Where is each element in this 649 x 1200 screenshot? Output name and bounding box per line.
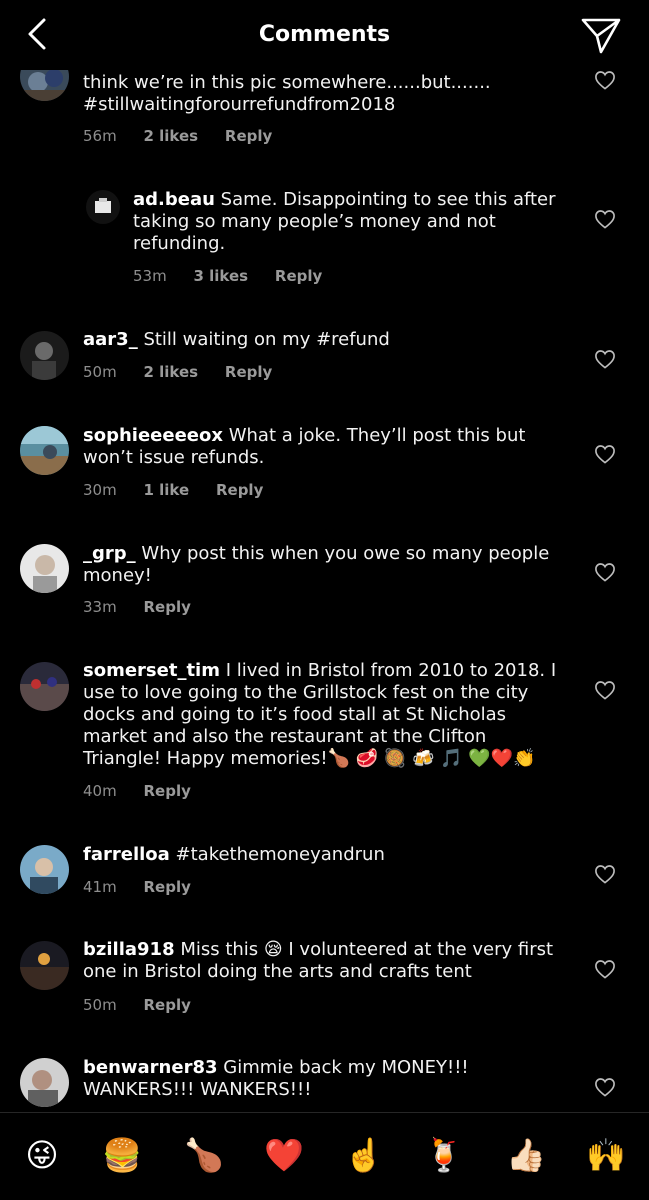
comment-likes[interactable]: 1 like [143, 481, 189, 499]
comment-username[interactable]: farrelloa [83, 844, 170, 865]
paper-plane-icon[interactable] [579, 12, 623, 56]
comment-text: sophieeeeeox What a joke. They’ll post t… [83, 425, 563, 469]
comment-likes[interactable]: 2 likes [143, 127, 198, 145]
comment-text: think we’re in this pic somewhere......b… [83, 72, 563, 116]
comment-likes[interactable]: 3 likes [193, 267, 248, 285]
comment-body: Why post this when you owe so many peopl… [83, 543, 550, 586]
avatar[interactable] [20, 845, 69, 894]
comment-time: 53m [133, 267, 167, 285]
page-title: Comments [258, 22, 391, 47]
comment-meta: 50m Reply [83, 996, 213, 1014]
like-heart-icon[interactable] [594, 959, 616, 979]
comment-time: 50m [83, 996, 117, 1014]
like-heart-icon[interactable] [594, 70, 616, 90]
comment-username[interactable]: benwarner83 [83, 1057, 218, 1078]
comment-time: 41m [83, 878, 117, 896]
avatar[interactable] [20, 331, 69, 380]
comments-feed[interactable]: think we’re in this pic somewhere......b… [0, 0, 649, 1110]
comment-meta: 56m 2 likes Reply [83, 127, 294, 145]
emoji-button[interactable]: 😜 [22, 1135, 62, 1175]
reply-button[interactable]: Reply [143, 782, 190, 800]
avatar[interactable] [20, 941, 69, 990]
avatar[interactable] [20, 544, 69, 593]
comment-text: _grp_ Why post this when you owe so many… [83, 543, 563, 587]
reply-button[interactable]: Reply [216, 481, 263, 499]
emoji-button[interactable]: ❤️ [264, 1135, 304, 1175]
comment-meta: 53m 3 likes Reply [133, 267, 344, 285]
comment-text: somerset_tim I lived in Bristol from 201… [83, 660, 563, 770]
comment-meta: 50m 2 likes Reply [83, 363, 294, 381]
like-heart-icon[interactable] [594, 864, 616, 884]
reply-button[interactable]: Reply [275, 267, 322, 285]
comment-username[interactable]: ad.beau [133, 189, 215, 210]
comment-meta: 41m Reply [83, 878, 213, 896]
comment-username[interactable]: aar3_ [83, 329, 138, 350]
emoji-button[interactable]: 🍹 [424, 1135, 464, 1175]
like-heart-icon[interactable] [594, 1077, 616, 1097]
emoji-button[interactable]: 🍗 [184, 1135, 224, 1175]
comment-meta: 30m 1 like Reply [83, 481, 285, 499]
reply-button[interactable]: Reply [225, 363, 272, 381]
emoji-button[interactable]: 🍔 [102, 1135, 142, 1175]
reply-button[interactable]: Reply [143, 878, 190, 896]
avatar[interactable] [20, 1058, 69, 1107]
comment-body: think we’re in this pic somewhere......b… [83, 72, 491, 115]
avatar[interactable] [86, 190, 120, 224]
like-heart-icon[interactable] [594, 680, 616, 700]
comment-username[interactable]: _grp_ [83, 543, 136, 564]
like-heart-icon[interactable] [594, 444, 616, 464]
comment-text: benwarner83 Gimmie back my MONEY!!! WANK… [83, 1057, 563, 1101]
emoji-button[interactable]: ☝️ [344, 1135, 384, 1175]
comment-text: bzilla918 Miss this 😪 I volunteered at t… [83, 939, 563, 983]
comment-text: farrelloa #takethemoneyandrun [83, 844, 563, 866]
reply-button[interactable]: Reply [143, 598, 190, 616]
comment-time: 56m [83, 127, 117, 145]
comment-username[interactable]: somerset_tim [83, 660, 220, 681]
comment-time: 40m [83, 782, 117, 800]
comment-likes[interactable]: 2 likes [143, 363, 198, 381]
like-heart-icon[interactable] [594, 349, 616, 369]
avatar[interactable] [20, 662, 69, 711]
comment-text: aar3_ Still waiting on my #refund [83, 329, 563, 351]
comment-body: #takethemoneyandrun [175, 844, 385, 865]
comment-body: Still waiting on my #refund [143, 329, 390, 350]
comment-username[interactable]: bzilla918 [83, 939, 175, 960]
emoji-button[interactable]: 🙌 [586, 1135, 626, 1175]
like-heart-icon[interactable] [594, 209, 616, 229]
emoji-quick-reply-bar: 😜 🍔 🍗 ❤️ ☝️ 🍹 👍🏻 🙌 [0, 1112, 649, 1200]
comment-time: 50m [83, 363, 117, 381]
reply-button[interactable]: Reply [225, 127, 272, 145]
avatar[interactable] [20, 426, 69, 475]
emoji-button[interactable]: 👍🏻 [506, 1135, 546, 1175]
comment-username[interactable]: sophieeeeeox [83, 425, 223, 446]
comment-time: 33m [83, 598, 117, 616]
comment-meta: 40m Reply [83, 782, 213, 800]
comment-time: 30m [83, 481, 117, 499]
comment-meta: 33m Reply [83, 598, 213, 616]
comment-text: ad.beau Same. Disappointing to see this … [133, 189, 563, 255]
reply-button[interactable]: Reply [143, 996, 190, 1014]
like-heart-icon[interactable] [594, 562, 616, 582]
top-bar: Comments [0, 0, 649, 70]
